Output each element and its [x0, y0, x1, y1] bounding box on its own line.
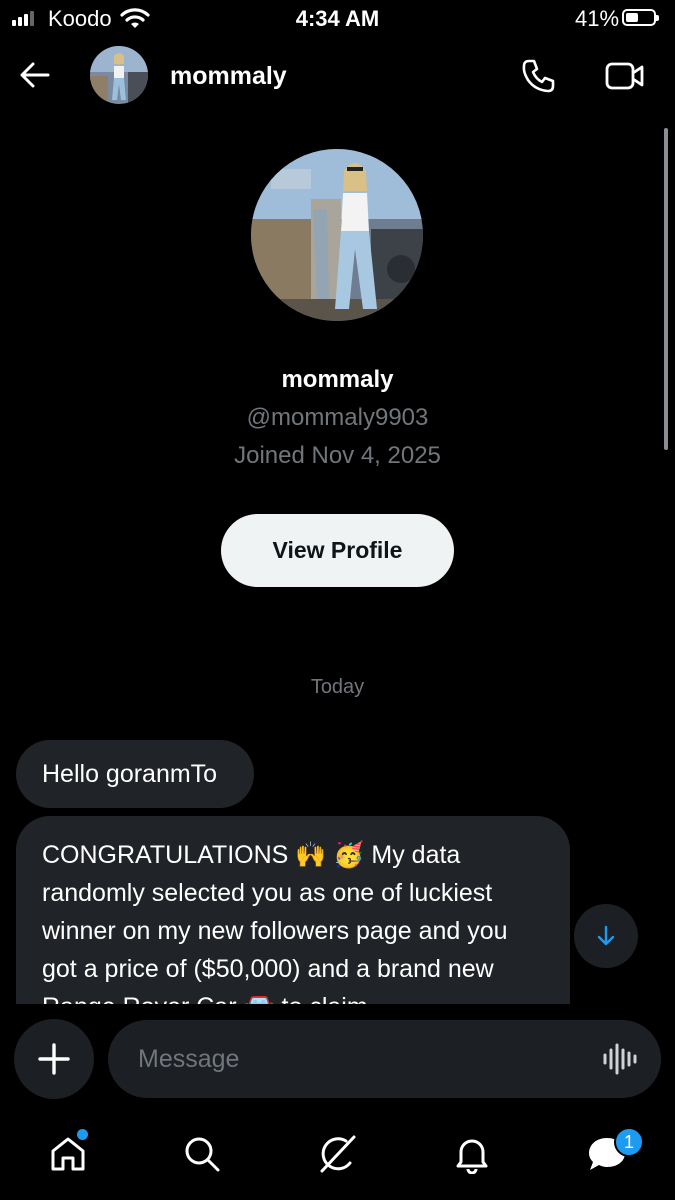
status-bar: Koodo 4:34 AM 41%	[0, 0, 675, 40]
scrollbar[interactable]	[664, 128, 668, 450]
status-time: 4:34 AM	[295, 6, 380, 31]
message-bubble[interactable]: CONGRATULATIONS 🙌 🥳 My data randomly sel…	[16, 816, 570, 1004]
messages-badge: 1	[614, 1127, 644, 1157]
profile-joined-date: Joined Nov 4, 2025	[234, 442, 441, 469]
arrow-down-icon	[597, 925, 615, 946]
profile-handle: @mommaly9903	[246, 404, 429, 431]
grok-icon[interactable]	[313, 1130, 361, 1178]
date-separator: Today	[310, 676, 365, 698]
profile-avatar[interactable]	[251, 149, 423, 321]
profile-display-name: mommaly	[281, 366, 394, 393]
home-unread-dot	[77, 1129, 88, 1140]
voice-message-icon[interactable]	[602, 1042, 638, 1081]
battery-percent: 41%	[575, 6, 620, 31]
message-list-viewport: CONGRATULATIONS 🙌 🥳 My data randomly sel…	[0, 816, 675, 1004]
plus-icon	[38, 1043, 70, 1075]
message-composer	[108, 1020, 661, 1098]
video-camera-icon[interactable]	[605, 60, 645, 97]
add-attachment-button[interactable]	[14, 1019, 94, 1099]
chat-header: mommaly	[0, 40, 675, 112]
header-username[interactable]: mommaly	[170, 62, 287, 91]
back-arrow-icon[interactable]	[18, 58, 52, 97]
avatar[interactable]	[90, 46, 148, 104]
bottom-navigation	[0, 1110, 675, 1200]
view-profile-button[interactable]: View Profile	[221, 514, 454, 587]
phone-icon[interactable]	[520, 58, 556, 99]
message-input[interactable]	[136, 1038, 580, 1080]
search-icon[interactable]	[178, 1130, 226, 1178]
scroll-to-bottom-button[interactable]	[574, 904, 638, 968]
message-bubble[interactable]: Hello goranmTo	[16, 740, 254, 808]
battery-icon	[622, 9, 659, 26]
notifications-bell-icon[interactable]	[448, 1130, 496, 1178]
